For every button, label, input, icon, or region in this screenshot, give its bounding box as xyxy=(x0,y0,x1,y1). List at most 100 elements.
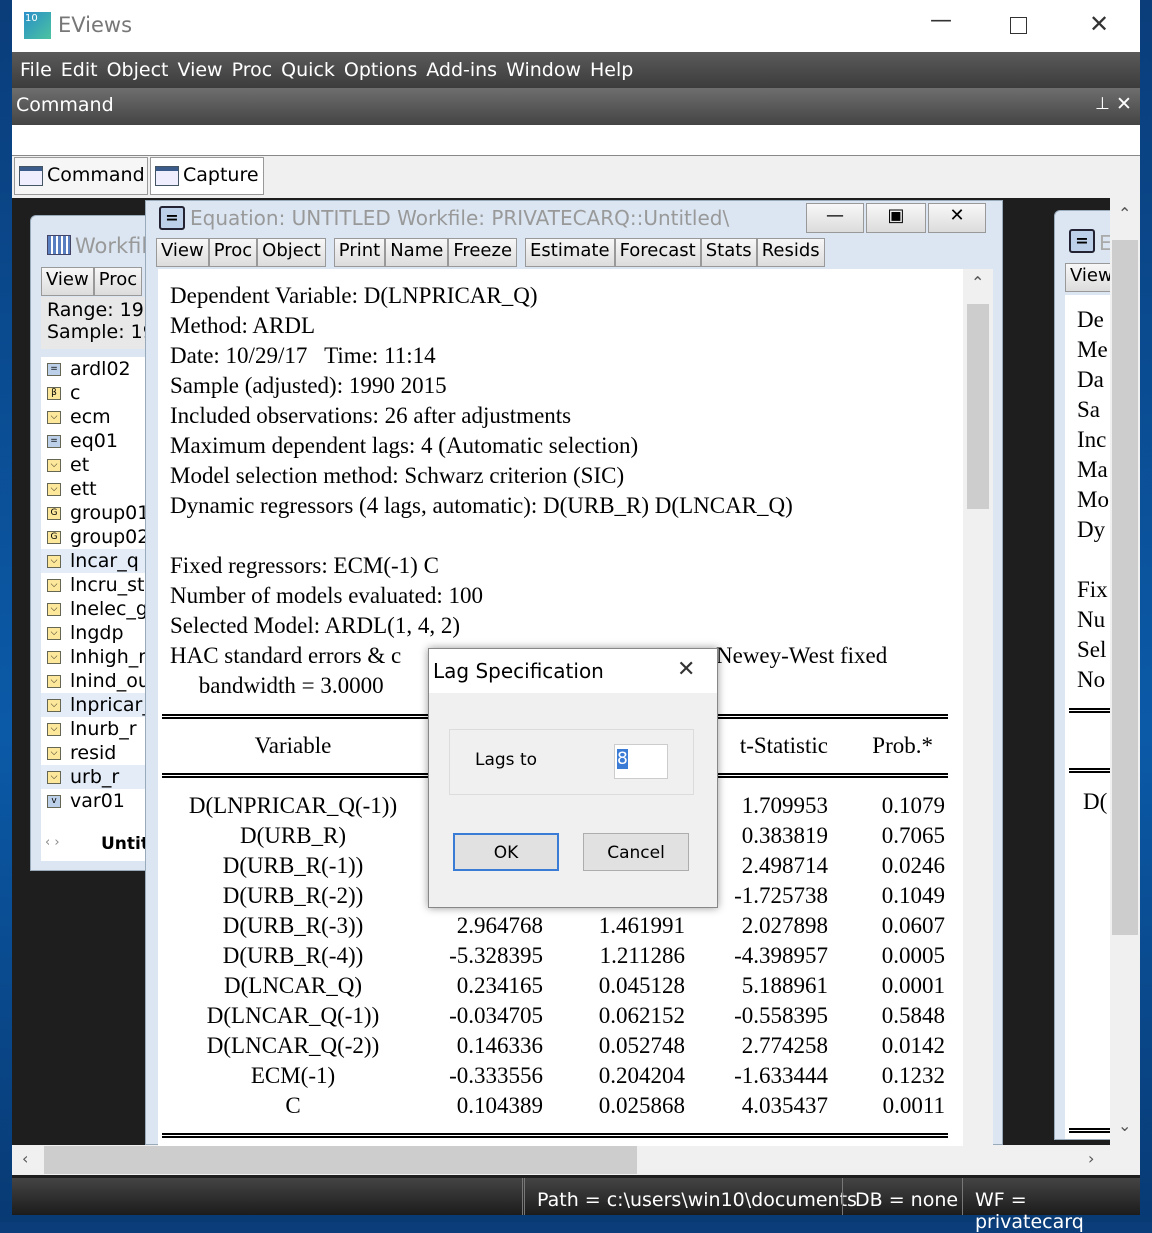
workfile-object-list: = ardl02 β c ⌵ ecm = eq01 ⌵ et ⌵ ett Ggroup01 Ggroup0… xyxy=(41,357,159,827)
workfile-item[interactable]: Ggroup01 xyxy=(41,501,159,525)
cell-p: 0.0005 xyxy=(881,943,945,968)
workfile-item[interactable]: ⌵ et xyxy=(41,453,159,477)
pin-icon[interactable]: ⊥ xyxy=(1095,94,1110,114)
ok-button[interactable]: OK xyxy=(453,833,559,871)
workfile-item[interactable]: ⌵ urb_r xyxy=(41,765,159,789)
scroll-up-icon[interactable]: ⌃ xyxy=(1118,204,1131,223)
cell-coef: -5.328395 xyxy=(449,943,543,968)
cell-var: D(LNCAR_Q) xyxy=(224,973,362,998)
workfile-item[interactable]: βc xyxy=(41,381,159,405)
command-input[interactable] xyxy=(12,125,1140,155)
workfile-item[interactable]: ⌵ lngdp xyxy=(41,621,159,645)
workfile-item[interactable]: ⌵ ecm xyxy=(41,405,159,429)
cell-p: 0.7065 xyxy=(881,823,945,848)
mdi-horizontal-scrollbar[interactable]: ‹ › xyxy=(12,1145,1140,1175)
eq-restore-button[interactable]: ▣ xyxy=(866,203,926,233)
cell-coef: -0.034705 xyxy=(449,1003,543,1028)
toolbar-object-button[interactable]: Object xyxy=(257,238,326,267)
toolbar-estimate-button[interactable]: Estimate xyxy=(525,238,615,267)
output-line: HAC standard errors & c xyxy=(170,643,402,668)
series-icon: ⌵ xyxy=(47,770,61,784)
menu-file[interactable]: File xyxy=(20,59,52,81)
workfile-item[interactable]: Ggroup02 xyxy=(41,525,159,549)
menu-add-ins[interactable]: Add-ins xyxy=(426,59,497,81)
menu-window[interactable]: Window xyxy=(506,59,581,81)
maximize-button[interactable] xyxy=(1010,17,1027,34)
workfile-item[interactable]: ⌵ lnurb_r xyxy=(41,717,159,741)
cell-t: 2.027898 xyxy=(741,913,828,938)
minimize-button[interactable]: — xyxy=(930,8,952,33)
menu-options[interactable]: Options xyxy=(344,59,417,81)
cancel-button[interactable]: Cancel xyxy=(583,833,689,871)
scroll-down-icon[interactable]: ⌄ xyxy=(1118,1116,1131,1135)
series-icon: ⌵ xyxy=(47,578,61,592)
workfile-item[interactable]: v var01 xyxy=(41,789,159,813)
eq-minimize-button[interactable]: — xyxy=(806,203,864,233)
toolbar-proc-button[interactable]: Proc xyxy=(208,238,258,267)
menu-proc[interactable]: Proc xyxy=(232,59,273,81)
lags-to-input[interactable]: 8 xyxy=(614,744,668,779)
cell-t: -4.398957 xyxy=(734,943,828,968)
title-bar: 10 EViews — ✕ xyxy=(12,0,1140,52)
toolbar-forecast-button[interactable]: Forecast xyxy=(614,238,701,267)
mdi-vertical-scrollbar[interactable]: ⌃ ⌄ xyxy=(1110,198,1140,1145)
cell-p: 0.1079 xyxy=(881,793,945,818)
status-wf: WF = privatecarq xyxy=(962,1178,1140,1233)
menu-quick[interactable]: Quick xyxy=(281,59,335,81)
cell-p: 0.0607 xyxy=(881,913,945,938)
workfile-item[interactable]: ⌵ lnelec_g xyxy=(41,597,159,621)
cell-se: 0.204204 xyxy=(598,1063,685,1088)
scroll-right-icon[interactable]: › xyxy=(1088,1149,1094,1168)
workfile-proc-button[interactable]: Proc xyxy=(93,267,143,296)
dialog-close-icon[interactable]: ✕ xyxy=(677,657,695,682)
cell-p: 0.1049 xyxy=(881,883,945,908)
output-line: Fix xyxy=(1077,577,1108,602)
status-db: DB = none xyxy=(842,1178,958,1215)
menu-view[interactable]: View xyxy=(177,59,222,81)
scroll-up-icon[interactable]: ⌃ xyxy=(971,273,984,292)
eq-vertical-scrollbar[interactable]: ⌃ xyxy=(963,269,993,1146)
tab-command[interactable]: Command xyxy=(14,157,148,195)
series-icon: ⌵ xyxy=(47,746,61,760)
tab-capture[interactable]: Capture xyxy=(150,157,264,195)
workfile-tab-untitled[interactable]: Untit xyxy=(101,834,149,854)
workfile-view-button[interactable]: View xyxy=(41,267,94,296)
scroll-thumb[interactable] xyxy=(967,304,989,509)
cell-p: 0.0246 xyxy=(881,853,945,878)
series-icon: ⌵ xyxy=(47,410,61,424)
workfile-item[interactable]: ⌵ lncar_q xyxy=(41,549,159,573)
menu-help[interactable]: Help xyxy=(590,59,633,81)
toolbar-name-button[interactable]: Name xyxy=(385,238,449,267)
status-bar: Path = c:\users\win10\documents DB = non… xyxy=(12,1178,1140,1233)
workfile-item[interactable]: ⌵ lnhigh_m xyxy=(41,645,159,669)
workfile-item[interactable]: = eq01 xyxy=(41,429,159,453)
workfile-item[interactable]: ⌵ lnpricar_ xyxy=(41,693,159,717)
menu-object[interactable]: Object xyxy=(107,59,169,81)
scroll-left-icon[interactable]: ‹ xyxy=(22,1149,28,1168)
toolbar-resids-button[interactable]: Resids xyxy=(756,238,825,267)
output-line: Inc xyxy=(1077,427,1107,452)
tab-scroll-arrows[interactable]: ‹ › xyxy=(45,835,60,850)
scroll-thumb[interactable] xyxy=(1112,240,1138,935)
cell-var: D(URB_R(-2)) xyxy=(222,883,364,908)
workfile-item[interactable]: ⌵ resid xyxy=(41,741,159,765)
workfile-icon xyxy=(47,235,71,255)
workfile-item[interactable]: = ardl02 xyxy=(41,357,159,381)
close-button[interactable]: ✕ xyxy=(1089,10,1109,38)
eq-close-button[interactable]: ✕ xyxy=(928,203,986,233)
table-row: D(LNCAR_Q(-2)) 0.146336 0.052748 2.774258 0.… xyxy=(158,1033,963,1063)
toolbar-print-button[interactable]: Print xyxy=(333,238,386,267)
workfile-item[interactable]: ⌵ lncru_st xyxy=(41,573,159,597)
toolbar-view-button[interactable]: View xyxy=(156,238,209,267)
menu-edit[interactable]: Edit xyxy=(61,59,98,81)
toolbar-freeze-button[interactable]: Freeze xyxy=(448,238,518,267)
series-icon: ⌵ xyxy=(47,482,61,496)
h-scroll-thumb[interactable] xyxy=(44,1146,637,1174)
output-line: Da xyxy=(1077,367,1104,392)
workfile-item[interactable]: ⌵ lnind_ou xyxy=(41,669,159,693)
workfile-item[interactable]: ⌵ ett xyxy=(41,477,159,501)
group-icon: G xyxy=(47,530,61,544)
command-pane-header: Command ⊥ ✕ xyxy=(12,88,1140,125)
close-command-icon[interactable]: ✕ xyxy=(1116,93,1132,115)
toolbar-stats-button[interactable]: Stats xyxy=(700,238,757,267)
